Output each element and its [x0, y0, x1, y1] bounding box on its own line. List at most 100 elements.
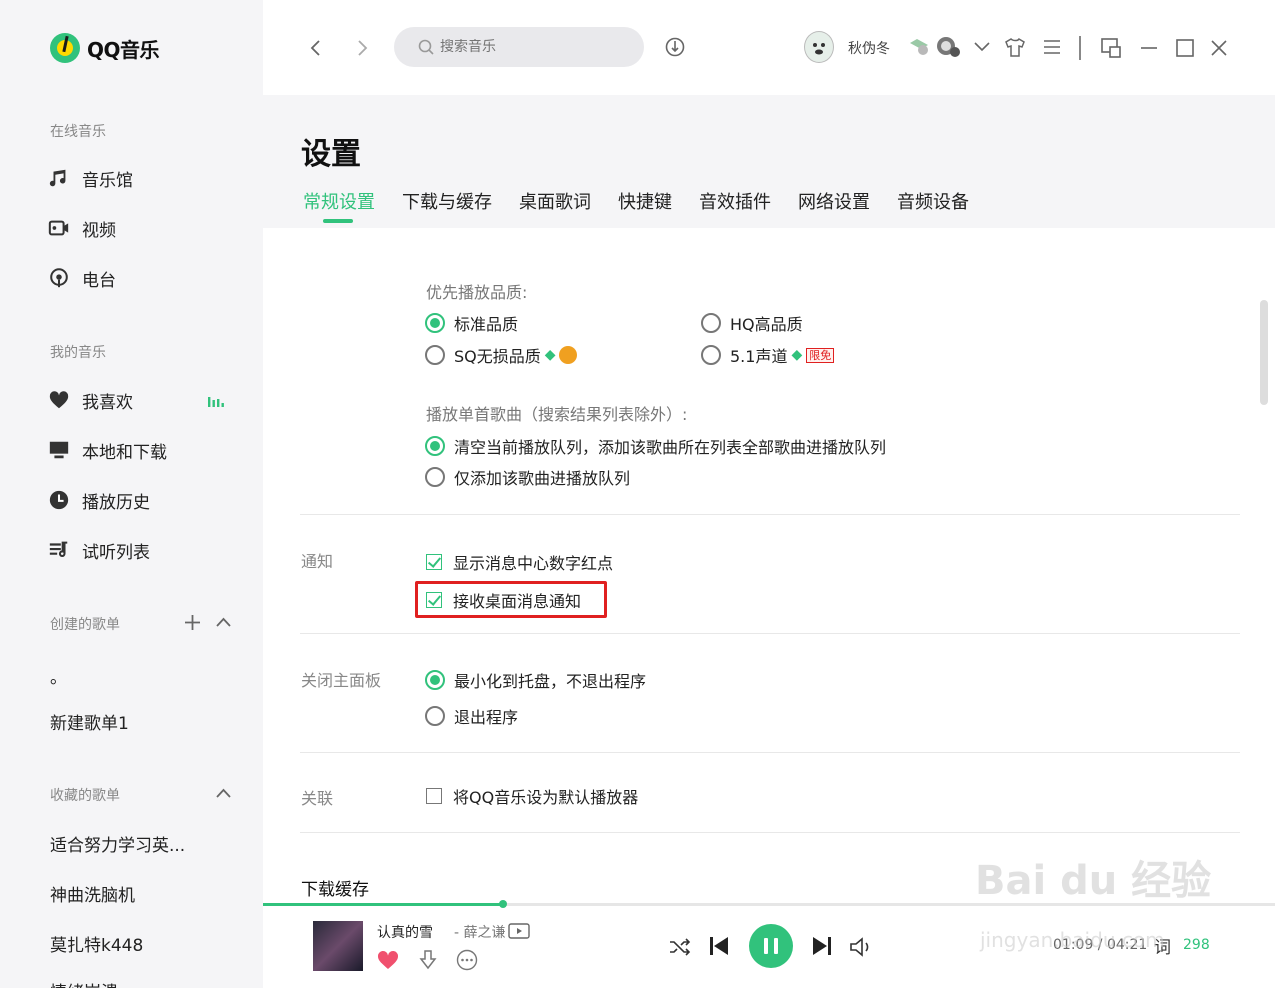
watermark-url: jingyan.baidu.com — [980, 928, 1165, 952]
quality-51-option[interactable]: 5.1声道 ◆ 限免 — [701, 343, 835, 367]
scrollbar[interactable] — [1260, 300, 1268, 405]
toolbar-divider — [1079, 36, 1081, 60]
radio[interactable] — [425, 467, 445, 487]
add-playlist-icon[interactable] — [184, 614, 201, 631]
heart-icon[interactable] — [377, 950, 399, 970]
username[interactable]: 秋伪冬 — [848, 38, 890, 58]
quality-standard-option[interactable]: 标准品质 — [425, 311, 518, 335]
chevron-down-icon[interactable] — [973, 40, 991, 54]
playlist-count[interactable]: 298 — [1183, 937, 1210, 953]
skin-shirt-icon[interactable] — [1004, 36, 1026, 58]
sidebar-collected-item[interactable]: 适合努力学习英... — [50, 831, 185, 856]
sidebar-item-history[interactable]: 播放历史 — [48, 487, 150, 513]
section-title-collected: 收藏的歌单 — [50, 788, 120, 804]
sidebar-item-local-download[interactable]: 本地和下载 — [48, 437, 167, 463]
app-logo[interactable]: QQ音乐 — [50, 33, 160, 63]
voice-search-icon[interactable] — [664, 36, 686, 58]
sidebar-collected-item[interactable]: 莫扎特k448 — [50, 931, 143, 956]
radio[interactable] — [425, 706, 445, 726]
avatar-face-icon — [813, 43, 825, 55]
qq-music-logo-icon — [50, 33, 80, 63]
radio-selected[interactable] — [425, 436, 445, 456]
shuffle-icon[interactable] — [669, 937, 691, 957]
vip-level-icon[interactable] — [908, 37, 930, 57]
close-icon[interactable] — [1209, 38, 1229, 58]
pause-button[interactable] — [749, 924, 793, 968]
settings-header: 设置 常规设置 下载与缓存 桌面歌词 快捷键 音效插件 网络设置 音频设备 — [263, 95, 1275, 228]
sidebar-playlist-new1[interactable]: 新建歌单1 — [50, 709, 129, 734]
section-title-online: 在线音乐 — [50, 124, 106, 140]
radio[interactable] — [425, 345, 445, 365]
chevron-up-icon[interactable] — [215, 616, 232, 628]
more-icon[interactable] — [456, 949, 478, 971]
search-icon — [418, 39, 434, 55]
search-box[interactable] — [394, 27, 644, 67]
radio[interactable] — [701, 345, 721, 365]
chevron-up-icon[interactable] — [215, 787, 232, 799]
minimize-to-tray-option[interactable]: 最小化到托盘，不退出程序 — [425, 668, 646, 692]
playlist-icon — [49, 541, 68, 557]
sidebar-item-radio[interactable]: 电台 — [48, 265, 116, 291]
song-title[interactable]: 认真的雪 — [377, 922, 433, 942]
divider — [300, 832, 1240, 833]
tab-shortcuts[interactable]: 快捷键 — [618, 188, 672, 214]
app-name: QQ音乐 — [87, 37, 160, 62]
exit-program-option[interactable]: 退出程序 — [425, 704, 518, 728]
monitor-icon — [49, 441, 69, 459]
tab-general[interactable]: 常规设置 — [303, 188, 375, 223]
divider — [300, 514, 1240, 515]
checkbox[interactable] — [426, 788, 442, 804]
radio-selected[interactable] — [425, 313, 445, 333]
mini-mode-icon[interactable] — [1100, 37, 1122, 59]
green-diamond-icon: ◆ — [791, 347, 803, 363]
avatar[interactable] — [804, 31, 834, 63]
minimize-icon[interactable] — [1139, 38, 1159, 58]
search-input[interactable] — [440, 39, 630, 55]
sidebar-item-favorites[interactable]: 我喜欢 — [48, 387, 133, 413]
equalizer-playing-icon — [208, 397, 224, 407]
sidebar-item-music-hall[interactable]: 音乐馆 — [48, 165, 133, 191]
radio-icon — [50, 268, 68, 288]
sidebar-item-video[interactable]: 视频 — [48, 215, 116, 241]
next-track-icon[interactable] — [811, 935, 833, 957]
radio-selected[interactable] — [425, 670, 445, 690]
maximize-icon[interactable] — [1175, 38, 1195, 58]
tab-desktop-lyrics[interactable]: 桌面歌词 — [519, 188, 591, 214]
quality-hq-option[interactable]: HQ高品质 — [701, 311, 803, 335]
show-red-dot-checkbox[interactable]: 显示消息中心数字红点 — [426, 550, 613, 574]
highlight-box — [415, 581, 607, 618]
tab-audio-plugins[interactable]: 音效插件 — [699, 188, 771, 214]
tab-download-cache[interactable]: 下载与缓存 — [402, 188, 492, 214]
sidebar-item-trial-list[interactable]: 试听列表 — [48, 537, 150, 563]
volume-icon[interactable] — [849, 936, 873, 958]
quality-sq-option[interactable]: SQ无损品质 ◆ — [425, 343, 577, 367]
song-replace-queue-option[interactable]: 清空当前播放队列，添加该歌曲所在列表全部歌曲进播放队列 — [425, 434, 886, 458]
album-cover[interactable] — [313, 921, 363, 971]
back-arrow-icon[interactable] — [309, 38, 323, 58]
previous-track-icon[interactable] — [708, 935, 730, 957]
mv-icon[interactable] — [508, 923, 530, 939]
green-diamond-icon: ◆ — [544, 347, 556, 363]
sidebar-collected-item[interactable]: 情绪崩溃 — [50, 978, 118, 988]
tab-network[interactable]: 网络设置 — [798, 188, 870, 214]
association-label: 关联 — [301, 789, 334, 808]
badge-icon[interactable] — [935, 35, 961, 59]
settings-tabs: 常规设置 下载与缓存 桌面歌词 快捷键 音效插件 网络设置 音频设备 — [303, 188, 996, 223]
song-artist[interactable]: - 薛之谦 — [454, 922, 506, 942]
download-icon[interactable] — [418, 949, 438, 971]
sidebar-collected-item[interactable]: 神曲洗脑机 — [50, 881, 135, 906]
video-icon — [48, 220, 69, 236]
progress-handle[interactable] — [498, 900, 507, 908]
tab-audio-device[interactable]: 音频设备 — [897, 188, 969, 214]
progress-fill — [263, 903, 503, 906]
radio[interactable] — [701, 313, 721, 333]
song-add-only-option[interactable]: 仅添加该歌曲进播放队列 — [425, 465, 630, 489]
forward-arrow-icon[interactable] — [355, 38, 369, 58]
divider — [300, 752, 1240, 753]
default-player-checkbox[interactable]: 将QQ音乐设为默认播放器 — [426, 784, 638, 808]
checkbox-checked[interactable] — [426, 554, 442, 570]
single-song-label: 播放单首歌曲（搜索结果列表除外）: — [426, 405, 688, 424]
menu-icon[interactable] — [1042, 38, 1062, 56]
quality-label: 优先播放品质: — [426, 283, 528, 302]
sidebar-playlist-dot[interactable]: 。 — [50, 663, 67, 688]
